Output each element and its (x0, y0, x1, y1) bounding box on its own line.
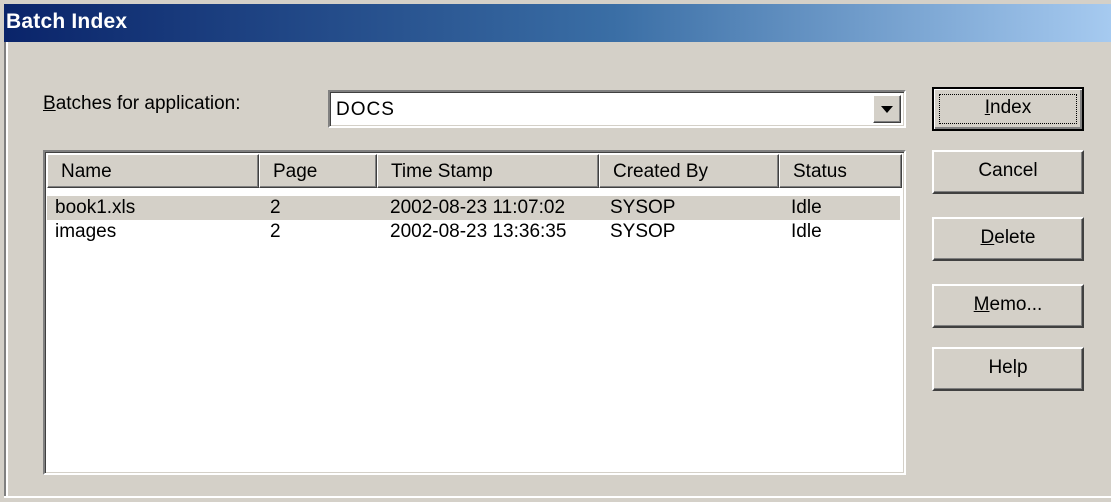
cell-status: Idle (791, 221, 822, 242)
cell-timestamp: 2002-08-23 11:07:02 (390, 197, 566, 218)
cancel-label: Cancel (978, 160, 1038, 181)
label-mnemonic: B (43, 93, 56, 114)
cell-page: 2 (270, 221, 281, 242)
column-header-time-stamp[interactable]: Time Stamp (377, 154, 599, 188)
table-row[interactable]: book1.xls 2 2002-08-23 11:07:02 SYSOP Id… (47, 196, 900, 220)
memo-label: emo... (989, 294, 1043, 315)
cell-created-by: SYSOP (610, 197, 676, 218)
help-button[interactable]: Help (932, 347, 1084, 391)
column-header-page[interactable]: Page (259, 154, 377, 188)
batches-for-application-label: Batches for application: (43, 93, 241, 115)
delete-mnemonic: D (980, 227, 995, 248)
column-header-name[interactable]: Name (47, 154, 259, 188)
application-select[interactable]: DOCS (328, 90, 906, 128)
batch-list[interactable]: Name Page Time Stamp Created By Status b… (43, 150, 906, 475)
title-bar[interactable]: Batch Index (4, 4, 1111, 42)
batch-index-window: Batch Index Batches for application: DOC… (0, 0, 1111, 502)
index-button[interactable]: Index (932, 87, 1084, 131)
column-header-created-by[interactable]: Created By (599, 154, 779, 188)
chevron-down-icon (881, 106, 893, 113)
table-row[interactable]: images 2 2002-08-23 13:36:35 SYSOP Idle (47, 220, 900, 244)
focus-rectangle (939, 94, 1077, 124)
delete-label: elete (994, 227, 1036, 248)
label-text: atches for application: (55, 93, 241, 114)
delete-button[interactable]: Delete (932, 217, 1084, 261)
cell-status: Idle (791, 197, 822, 218)
cell-created-by: SYSOP (610, 221, 676, 242)
application-select-value: DOCS (336, 99, 395, 120)
frame-bottom-edge (4, 496, 1111, 498)
memo-button[interactable]: Memo... (932, 284, 1084, 328)
help-label: Help (988, 357, 1028, 378)
list-header: Name Page Time Stamp Created By Status (47, 154, 902, 188)
cell-timestamp: 2002-08-23 13:36:35 (390, 221, 567, 242)
frame-left-edge (4, 42, 8, 498)
cell-name: images (55, 221, 117, 242)
column-header-status[interactable]: Status (779, 154, 902, 188)
cell-name: book1.xls (55, 197, 136, 218)
window-title: Batch Index (6, 10, 128, 33)
application-dropdown-button[interactable] (873, 95, 901, 123)
cell-page: 2 (270, 197, 281, 218)
cancel-button[interactable]: Cancel (932, 150, 1084, 194)
memo-mnemonic: M (973, 294, 990, 315)
